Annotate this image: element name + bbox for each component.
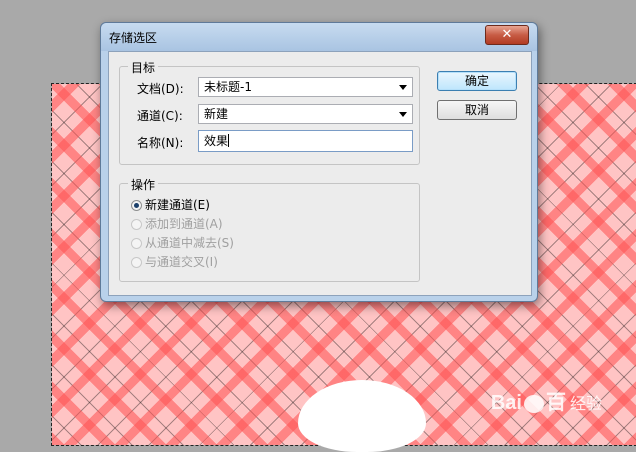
watermark-brand: Bai <box>490 392 522 414</box>
channel-select[interactable]: 新建 <box>198 104 413 124</box>
radio-subtract-label: 从通道中减去(S) <box>145 236 234 250</box>
channel-select-value: 新建 <box>204 107 229 121</box>
chevron-down-icon <box>399 112 407 117</box>
text-caret <box>228 134 230 147</box>
close-button[interactable]: ✕ <box>485 25 529 45</box>
target-group-legend: 目标 <box>128 59 159 76</box>
watermark-subtitle: 经验 <box>569 396 602 413</box>
operation-group-legend: 操作 <box>128 176 159 193</box>
radio-empty-icon <box>131 257 142 268</box>
name-field[interactable]: 效果 <box>198 130 413 152</box>
name-field-value: 效果 <box>204 134 229 148</box>
dialog-titlebar[interactable]: 存储选区 ✕ <box>101 23 537 51</box>
radio-new-channel-label: 新建通道(E) <box>145 198 210 212</box>
ok-button[interactable]: 确定 <box>437 71 517 91</box>
radio-add-to-channel[interactable]: 添加到通道(A) <box>131 216 223 232</box>
close-icon: ✕ <box>501 27 513 42</box>
name-label: 名称(N): <box>137 136 184 150</box>
dialog-title: 存储选区 <box>109 31 158 45</box>
radio-empty-icon <box>131 219 142 230</box>
paw-icon <box>523 394 544 413</box>
document-label: 文档(D): <box>137 82 184 96</box>
dialog-body: 目标 文档(D): 未标题-1 通道(C): 新建 名称(N): 效果 操作 新… <box>108 51 532 296</box>
radio-subtract-from-channel[interactable]: 从通道中减去(S) <box>131 235 234 251</box>
baidu-jingyan-watermark: Bai 百经验 <box>491 386 602 415</box>
cancel-button[interactable]: 取消 <box>437 100 517 120</box>
radio-selected-icon <box>131 200 142 211</box>
watermark-brand-end: 百 <box>545 392 566 414</box>
chevron-down-icon <box>399 85 407 90</box>
radio-new-channel[interactable]: 新建通道(E) <box>131 197 210 213</box>
operation-group: 操作 新建通道(E) 添加到通道(A) 从通道中减去(S) 与通道交叉(I) <box>119 176 420 282</box>
radio-intersect-label: 与通道交叉(I) <box>145 255 218 269</box>
document-select[interactable]: 未标题-1 <box>198 77 413 97</box>
target-group: 目标 文档(D): 未标题-1 通道(C): 新建 名称(N): 效果 <box>119 59 420 165</box>
radio-empty-icon <box>131 238 142 249</box>
save-selection-dialog: 存储选区 ✕ 目标 文档(D): 未标题-1 通道(C): 新建 名称(N): … <box>100 22 538 302</box>
unselected-white-area <box>298 380 426 452</box>
radio-intersect-with-channel[interactable]: 与通道交叉(I) <box>131 254 218 270</box>
document-select-value: 未标题-1 <box>204 80 252 94</box>
radio-add-to-channel-label: 添加到通道(A) <box>145 217 223 231</box>
channel-label: 通道(C): <box>137 109 183 123</box>
